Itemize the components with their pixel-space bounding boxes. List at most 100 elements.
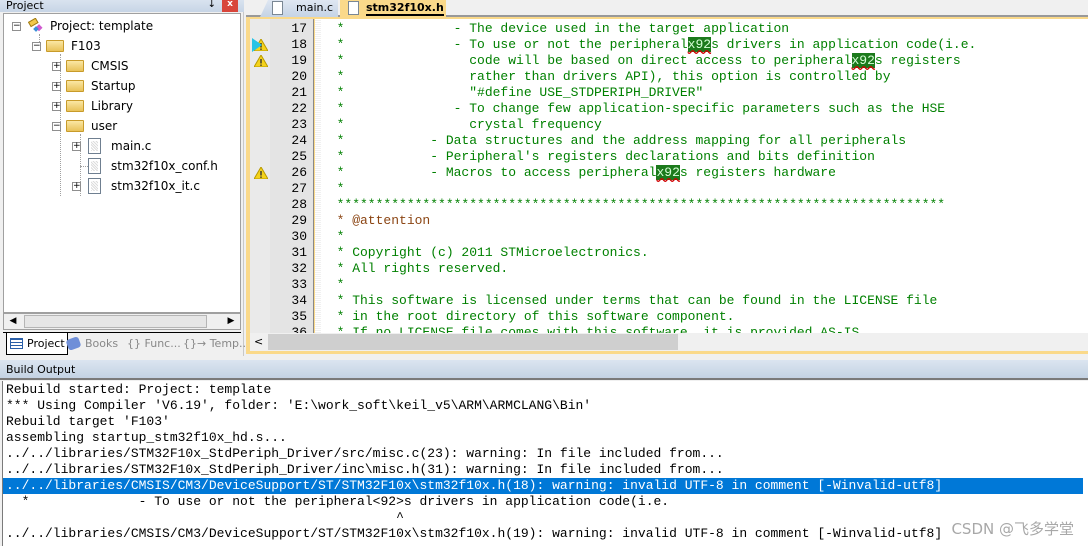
expand-icon[interactable]: + — [72, 182, 81, 191]
code-text: * rather than drivers API), this option … — [321, 69, 891, 84]
tab-project[interactable]: Project — [6, 333, 68, 355]
file-icon — [272, 1, 283, 15]
code-line[interactable]: * If no LICENSE file comes with this sof… — [321, 325, 868, 333]
pin-icon[interactable]: ↓ — [208, 0, 216, 10]
file-icon — [348, 1, 359, 15]
tree-label: CMSIS — [91, 59, 129, 73]
project-tree: − Project: template − F103 + CMSIS + Sta… — [3, 13, 241, 313]
code-text: * Copyright (c) 2011 STMicroelectronics. — [321, 245, 649, 260]
code-line[interactable]: * Copyright (c) 2011 STMicroelectronics. — [321, 245, 649, 261]
scroll-left-button[interactable]: ◀ — [5, 315, 21, 328]
code-line[interactable]: * — [321, 229, 345, 245]
file-icon — [88, 178, 101, 194]
collapse-icon[interactable]: − — [32, 42, 41, 51]
tab-label: main.c — [296, 1, 334, 14]
tab-main-c[interactable]: main.c — [260, 0, 338, 17]
code-line[interactable]: * in the root directory of this software… — [321, 309, 735, 325]
expand-icon[interactable]: + — [72, 142, 81, 151]
code-line[interactable]: * code will be based on direct access to… — [321, 53, 961, 69]
code-line[interactable]: * crystal frequency — [321, 117, 602, 133]
editor-tab-bar: main.c stm32f10x.h — [246, 0, 1088, 17]
code-line[interactable]: * "#define USE_STDPERIPH_DRIVER" — [321, 85, 704, 101]
code-text: ****************************************… — [321, 197, 946, 212]
build-output-title: Build Output — [6, 363, 76, 376]
code-text: * - Macros to access peripheral — [321, 165, 657, 180]
project-panel-title: Project — [6, 0, 44, 12]
code-text: * This software is licensed under terms … — [321, 293, 938, 308]
line-number: 17 — [291, 21, 307, 36]
build-output-line[interactable]: ../../libraries/STM32F10x_StdPeriph_Driv… — [6, 462, 1086, 478]
scrollbar-thumb[interactable] — [24, 315, 207, 328]
line-number: 22 — [291, 101, 307, 116]
tab-books[interactable]: Books — [65, 333, 119, 355]
warning-icon[interactable] — [254, 167, 268, 179]
expand-icon[interactable]: + — [52, 62, 61, 71]
build-output-panel[interactable]: Rebuild started: Project: template *** Us… — [2, 381, 1088, 546]
code-text: * "#define USE_STDPERIPH_DRIVER" — [321, 85, 704, 100]
scroll-right-button[interactable]: ▶ — [223, 315, 239, 328]
code-line[interactable]: * This software is licensed under terms … — [321, 293, 938, 309]
code-line[interactable]: * rather than drivers API), this option … — [321, 69, 891, 85]
code-text: * — [321, 181, 345, 196]
line-number: 34 — [291, 293, 307, 308]
code-line[interactable]: * — [321, 181, 345, 197]
expand-icon[interactable]: + — [52, 102, 61, 111]
build-output-line[interactable]: ../../libraries/STM32F10x_StdPeriph_Driv… — [6, 446, 1086, 462]
code-text: * — [321, 229, 345, 244]
code-text: * - Peripheral's registers declarations … — [321, 149, 875, 164]
tab-functions[interactable]: {} Func... — [127, 333, 181, 355]
code-text: s registers — [874, 53, 961, 68]
build-output-line[interactable]: ../../libraries/CMSIS/CM3/DeviceSupport/… — [6, 526, 1086, 542]
code-line[interactable]: * - To change few application-specific p… — [321, 101, 946, 117]
code-text: * in the root directory of this software… — [321, 309, 735, 324]
tab-label: Books — [85, 337, 119, 350]
project-bottom-tabs: Project Books {} Func... {}→ Temp... — [3, 332, 250, 355]
build-output-line[interactable]: *** Using Compiler 'V6.19', folder: 'E:\… — [6, 398, 1086, 414]
code-text: * - The device used in the target applic… — [321, 21, 790, 36]
code-line[interactable]: * @attention — [321, 213, 431, 229]
line-number: 25 — [291, 149, 307, 164]
build-output-line[interactable]: Rebuild started: Project: template — [6, 382, 1086, 398]
code-line[interactable]: ****************************************… — [321, 197, 946, 213]
tab-stm32f10x-h[interactable]: stm32f10x.h — [340, 0, 446, 17]
tree-label: Startup — [91, 79, 136, 93]
keil-uvision-window: Project ↓ x − Project: template − F103 +… — [0, 0, 1088, 546]
code-line[interactable]: * — [321, 277, 345, 293]
code-line[interactable]: * All rights reserved. — [321, 261, 509, 277]
project-icon — [27, 17, 44, 32]
build-output-line[interactable]: * - To use or not the peripheral<92>s dr… — [6, 494, 1086, 510]
code-line[interactable]: * - Data structures and the address mapp… — [321, 133, 907, 149]
tab-templates[interactable]: {}→ Temp... — [183, 333, 250, 355]
code-area[interactable]: * - The device used in the target applic… — [321, 19, 1088, 333]
tab-label: {} Func... — [127, 337, 181, 350]
line-number: 29 — [291, 213, 307, 228]
tree-label: Library — [91, 99, 133, 113]
build-output-line[interactable]: ../../libraries/CMSIS/CM3/DeviceSupport/… — [3, 478, 1083, 494]
scrollbar-thumb[interactable] — [268, 334, 678, 350]
invalid-char-highlight: x92 — [656, 165, 680, 180]
watermark: CSDN @飞多学堂 — [951, 520, 1074, 538]
build-output-line[interactable]: assembling startup_stm32f10x_hd.s... — [6, 430, 1086, 446]
close-icon[interactable]: x — [222, 0, 238, 12]
line-number: 32 — [291, 261, 307, 276]
tree-label: stm32f10x_it.c — [111, 179, 200, 193]
editor-horizontal-scrollbar[interactable]: < — [250, 333, 1088, 351]
scroll-left-button[interactable]: < — [254, 335, 263, 348]
tree-label: stm32f10x_conf.h — [111, 159, 218, 173]
code-line[interactable]: * - Macros to access peripheralx92s regi… — [321, 165, 836, 181]
warning-icon[interactable] — [254, 55, 268, 67]
tree-label: user — [91, 119, 118, 133]
line-number: 18 — [291, 37, 307, 52]
collapse-icon[interactable]: − — [52, 122, 61, 131]
code-line[interactable]: * - Peripheral's registers declarations … — [321, 149, 875, 165]
code-text: * All rights reserved. — [321, 261, 509, 276]
code-line[interactable]: * - To use or not the peripheralx92s dri… — [321, 37, 976, 53]
code-text: * — [321, 277, 345, 292]
build-output-line[interactable]: ^ — [6, 510, 1086, 526]
collapse-icon[interactable]: − — [12, 22, 21, 31]
build-output-line[interactable]: Rebuild target 'F103' — [6, 414, 1086, 430]
expand-icon[interactable]: + — [52, 82, 61, 91]
project-horizontal-scrollbar[interactable]: ◀ ▶ — [3, 313, 241, 330]
tree-label: Project: template — [50, 19, 154, 33]
code-line[interactable]: * - The device used in the target applic… — [321, 21, 789, 37]
